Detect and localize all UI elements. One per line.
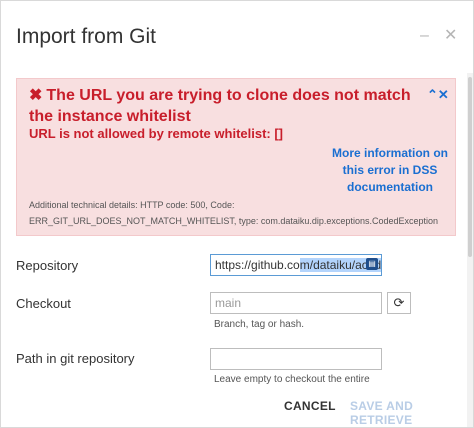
error-x-icon: ✖ bbox=[29, 87, 43, 104]
checkout-input[interactable]: main bbox=[210, 292, 382, 314]
checkout-help: Branch, tag or hash. bbox=[214, 319, 305, 330]
repository-input[interactable]: https://github.com/dataiku/acade ▤ bbox=[210, 254, 382, 276]
minimize-icon[interactable]: – bbox=[420, 27, 429, 45]
repository-label: Repository bbox=[16, 258, 79, 273]
scrollbar[interactable] bbox=[467, 73, 473, 427]
alert-title: ✖ The URL you are trying to clone does no… bbox=[29, 85, 425, 127]
scrollbar-thumb[interactable] bbox=[468, 77, 472, 257]
collapse-close-icon[interactable]: ⌃✕ bbox=[427, 87, 449, 103]
close-icon[interactable]: ✕ bbox=[444, 27, 457, 45]
refresh-branches-button[interactable]: ⟳ bbox=[387, 292, 411, 314]
save-and-retrieve-button[interactable]: SAVE AND RETRIEVE bbox=[350, 399, 473, 427]
dialog-header: Import from Git – ✕ bbox=[1, 1, 473, 73]
refresh-icon: ⟳ bbox=[393, 295, 405, 310]
documentation-link[interactable]: More information on this error in DSS do… bbox=[330, 145, 450, 196]
alert-technical-details: Additional technical details: HTTP code:… bbox=[29, 200, 438, 226]
autofill-icon[interactable]: ▤ bbox=[366, 258, 378, 270]
alert-title-text: The URL you are trying to clone does not… bbox=[29, 87, 411, 125]
path-help: Leave empty to checkout the entire bbox=[214, 374, 370, 385]
path-input[interactable] bbox=[210, 348, 382, 370]
checkout-label: Checkout bbox=[16, 296, 71, 311]
alert-message: URL is not allowed by remote whitelist: … bbox=[29, 126, 284, 141]
path-label: Path in git repository bbox=[16, 351, 135, 366]
import-git-dialog: Import from Git – ✕ ✖ The URL you are try… bbox=[0, 0, 474, 428]
dialog-title: Import from Git bbox=[16, 25, 157, 48]
cancel-button[interactable]: CANCEL bbox=[284, 399, 336, 413]
error-alert: ✖ The URL you are trying to clone does no… bbox=[16, 78, 456, 236]
repository-value: https://github.co bbox=[215, 258, 300, 272]
